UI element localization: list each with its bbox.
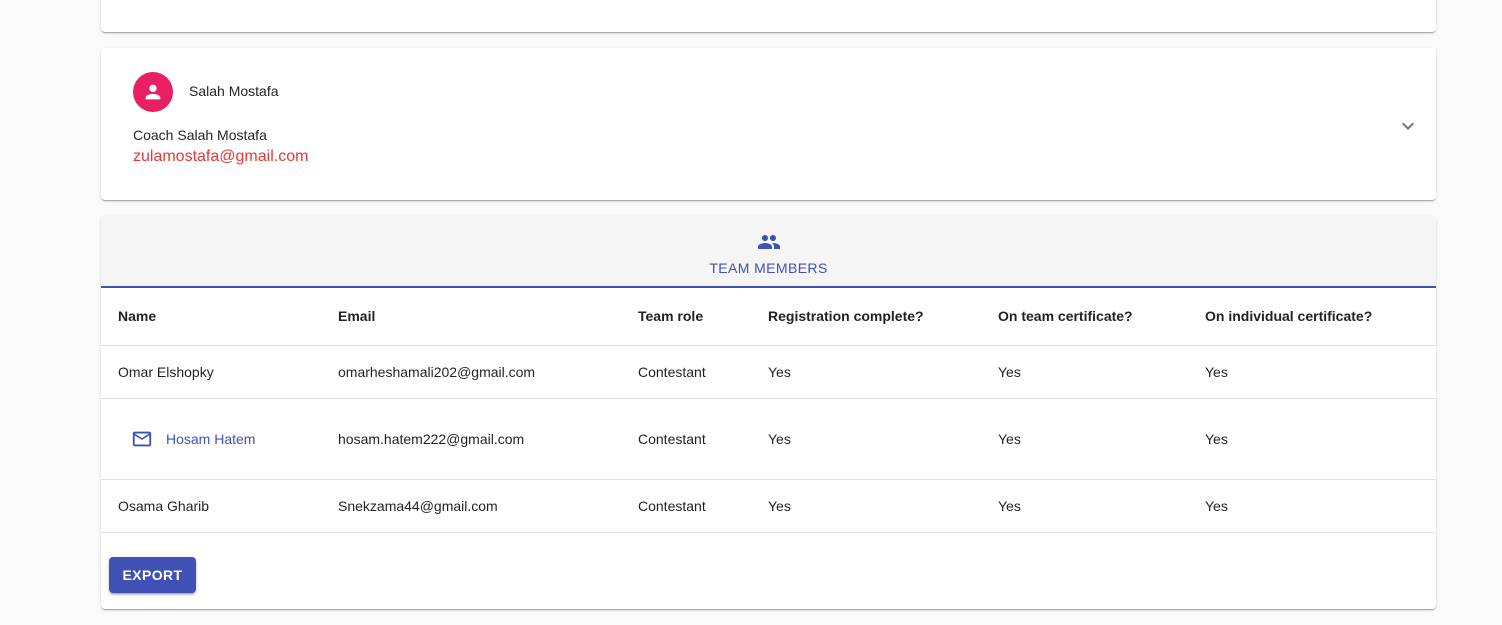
header-email: Email: [321, 288, 621, 346]
table-header-row: Name Email Team role Registration comple…: [101, 288, 1436, 346]
cell-name: Omar Elshopky: [101, 345, 321, 399]
table-row: Hosam Hatem hosam.hatem222@gmail.com Con…: [101, 398, 1436, 480]
tab-bar: Team Members: [101, 216, 1436, 288]
cell-email: Snekzama44@gmail.com: [321, 479, 621, 533]
cell-name: Hosam Hatem: [101, 398, 321, 480]
cell-role: Contestant: [621, 479, 751, 533]
export-button[interactable]: Export: [109, 557, 196, 593]
cell-email: omarheshamali202@gmail.com: [321, 345, 621, 399]
group-icon: [757, 235, 780, 249]
header-on-individual-certificate: On individual certificate?: [1188, 288, 1436, 346]
cell-team-certificate: Yes: [981, 398, 1188, 480]
cell-team-certificate: Yes: [981, 479, 1188, 533]
cell-team-certificate: Yes: [981, 345, 1188, 399]
person-icon: [145, 84, 161, 100]
header-on-team-certificate: On team certificate?: [981, 288, 1188, 346]
table-row: Omar Elshopky omarheshamali202@gmail.com…: [101, 345, 1436, 399]
tab-team-members[interactable]: Team Members: [101, 216, 1436, 288]
send-email-label: Hosam Hatem: [166, 430, 256, 447]
previous-card: [101, 0, 1436, 32]
coach-avatar: [133, 72, 173, 112]
coach-title: Coach Salah Mostafa: [133, 127, 267, 143]
export-button-label: Export: [122, 567, 183, 583]
cell-registration: Yes: [751, 398, 981, 480]
coach-card: Salah Mostafa Coach Salah Mostafa zulamo…: [101, 48, 1436, 200]
header-name: Name: [101, 288, 321, 346]
coach-name: Salah Mostafa: [189, 83, 279, 99]
team-members-card: Team Members Name Email Team role Regist…: [101, 216, 1436, 609]
cell-individual-certificate: Yes: [1188, 479, 1436, 533]
send-email-button[interactable]: Hosam Hatem: [118, 422, 263, 456]
mail-icon: [132, 431, 152, 446]
chevron-down-icon: [1402, 122, 1414, 130]
cell-registration: Yes: [751, 345, 981, 399]
cell-role: Contestant: [621, 398, 751, 480]
cell-individual-certificate: Yes: [1188, 345, 1436, 399]
header-team-role: Team role: [621, 288, 751, 346]
cell-registration: Yes: [751, 479, 981, 533]
cell-email: hosam.hatem222@gmail.com: [321, 398, 621, 480]
coach-email-link[interactable]: zulamostafa@gmail.com: [133, 148, 308, 166]
team-members-table: Name Email Team role Registration comple…: [101, 288, 1436, 533]
cell-name: Osama Gharib: [101, 479, 321, 533]
cell-role: Contestant: [621, 345, 751, 399]
cell-individual-certificate: Yes: [1188, 398, 1436, 480]
table-row: Osama Gharib Snekzama44@gmail.com Contes…: [101, 479, 1436, 533]
expand-button[interactable]: [1391, 109, 1425, 143]
header-registration-complete: Registration complete?: [751, 288, 981, 346]
tab-team-members-label: Team Members: [709, 260, 828, 276]
